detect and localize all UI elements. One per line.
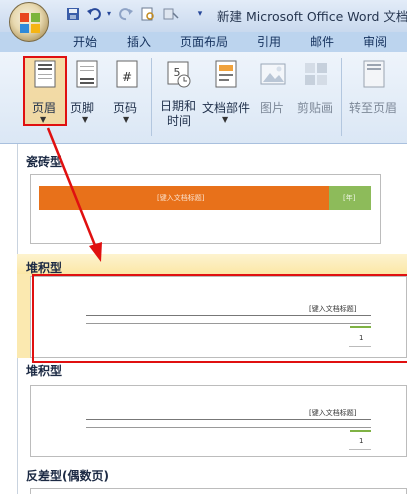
office-button[interactable] [9,2,49,42]
office-button-icon [20,13,40,33]
annotation-arrow [46,127,102,262]
